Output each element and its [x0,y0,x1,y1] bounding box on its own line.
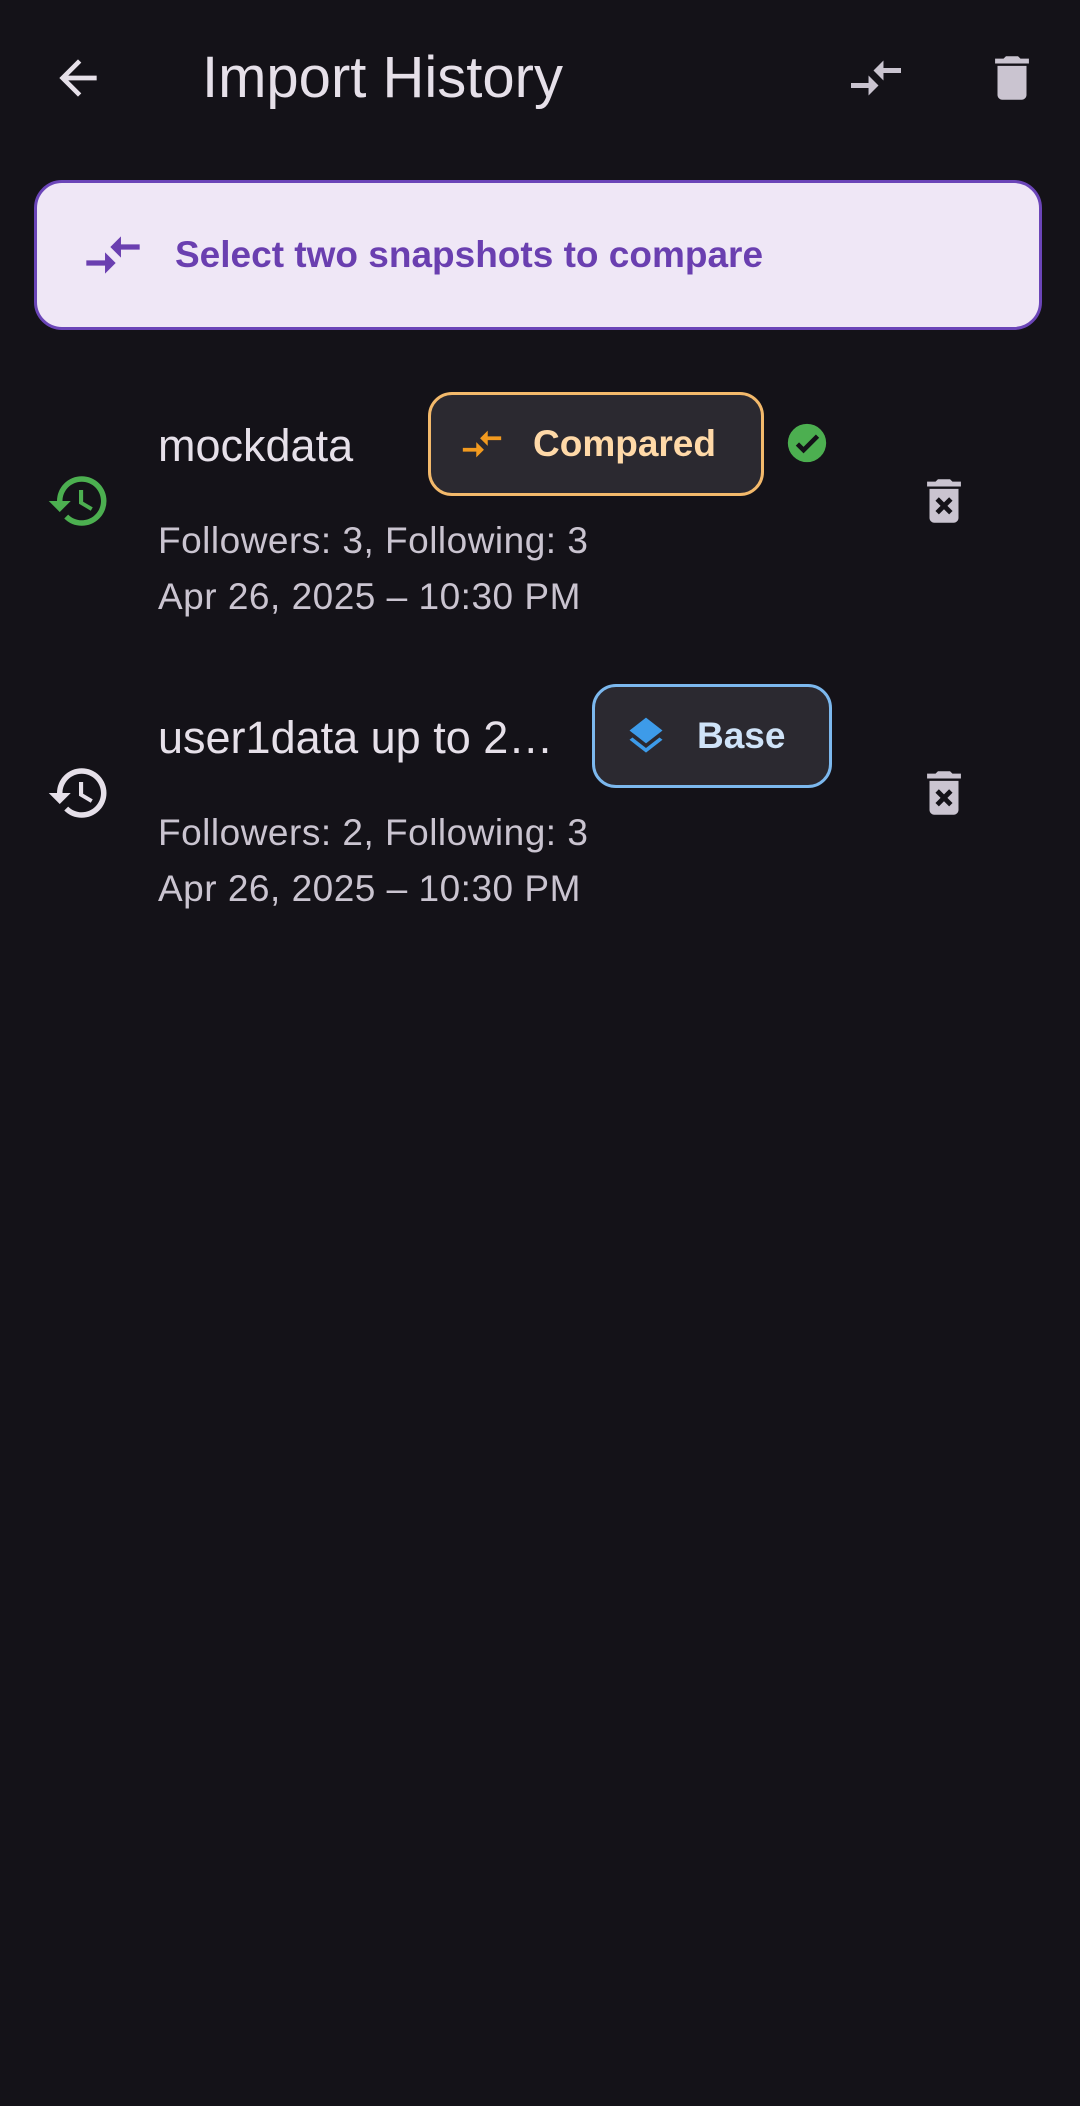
compared-badge[interactable]: Compared [428,392,764,496]
snapshot-name: mockdata [158,420,354,471]
delete-snapshot-button[interactable] [912,758,976,828]
badge-label: Base [697,715,786,756]
trash-icon [995,56,1029,100]
list-item[interactable]: mockdata Compared Followers: 3, Followin… [0,378,1080,638]
delete-forever-icon [927,479,961,523]
arrow-back-icon [59,59,97,97]
base-badge[interactable]: Base [592,684,832,788]
snapshot-counts: Followers: 2, Following: 3 [158,812,589,853]
history-icon [46,468,112,534]
compare-button[interactable] [838,40,914,116]
badge-label: Compared [533,423,716,464]
list-item[interactable]: user1data up to 2… Base Followers: 2, Fo… [0,670,1080,930]
compare-arrows-icon [459,421,505,467]
snapshot-counts: Followers: 3, Following: 3 [158,520,589,561]
compare-arrows-icon [851,60,901,96]
banner-text: Select two snapshots to compare [175,234,764,275]
page-title: Import History [202,45,563,110]
delete-snapshot-button[interactable] [912,466,976,536]
delete-forever-icon [927,771,961,815]
snapshot-name: user1data up to 2… [158,712,554,763]
back-button[interactable] [40,40,116,116]
delete-all-button[interactable] [974,40,1050,116]
app-bar: Import History [0,0,1080,156]
history-icon [46,760,112,826]
compare-arrows-icon [81,223,145,287]
snapshot-date: Apr 26, 2025 – 10:30 PM [158,576,581,617]
snapshot-date: Apr 26, 2025 – 10:30 PM [158,868,581,909]
layers-icon [623,713,669,759]
compare-hint-banner: Select two snapshots to compare [34,180,1042,330]
check-circle-icon [784,420,830,466]
